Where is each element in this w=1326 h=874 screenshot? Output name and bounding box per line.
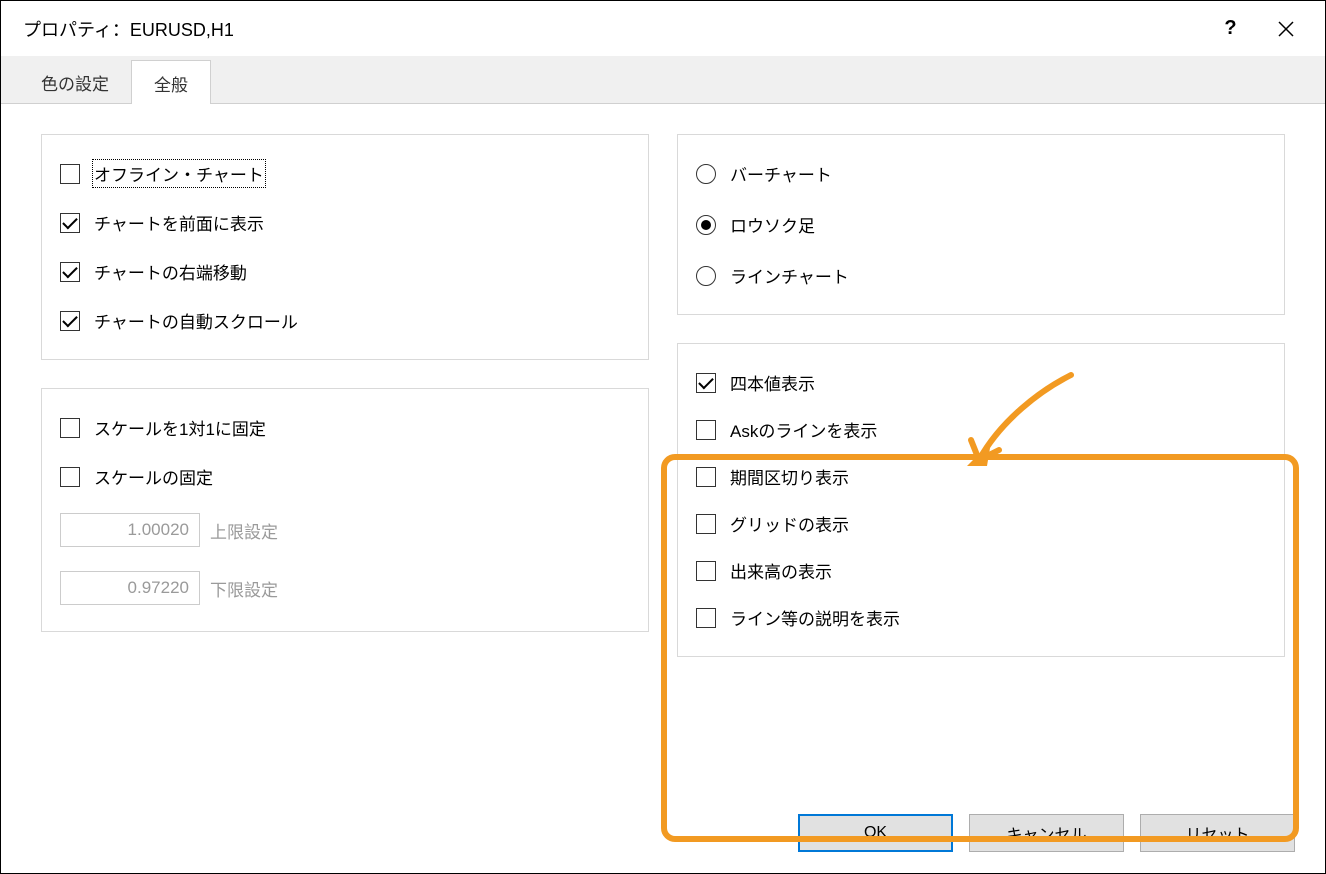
checkbox-icon bbox=[60, 311, 80, 331]
scale-max-row: 1.00020 上限設定 bbox=[60, 513, 632, 547]
checkbox-icon bbox=[60, 418, 80, 438]
properties-dialog: プロパティ：EURUSD,H1 ? 色の設定 全般 オフライン・チャート bbox=[0, 0, 1326, 874]
option-label: チャートを前面に表示 bbox=[94, 210, 264, 235]
group-scale: スケールを1対1に固定 スケールの固定 1.00020 上限設定 0.97220… bbox=[41, 388, 649, 632]
option-chart-autoscroll[interactable]: チャートの自動スクロール bbox=[60, 308, 632, 333]
option-show-object-descriptions[interactable]: ライン等の説明を表示 bbox=[696, 605, 1268, 630]
checkbox-icon bbox=[696, 373, 716, 393]
option-label: ロウソク足 bbox=[730, 212, 815, 237]
radio-line-chart[interactable]: ラインチャート bbox=[696, 263, 1268, 288]
option-scale-1to1[interactable]: スケールを1対1に固定 bbox=[60, 415, 632, 440]
option-show-period-separators[interactable]: 期間区切り表示 bbox=[696, 464, 1268, 489]
reset-button[interactable]: リセット bbox=[1140, 814, 1295, 852]
radio-icon bbox=[696, 164, 716, 184]
option-label: 期間区切り表示 bbox=[730, 464, 849, 489]
group-chart-behavior: オフライン・チャート チャートを前面に表示 チャートの右端移動 チャートの自動ス… bbox=[41, 134, 649, 360]
cancel-button[interactable]: キャンセル bbox=[969, 814, 1124, 852]
option-chart-on-foreground[interactable]: チャートを前面に表示 bbox=[60, 210, 632, 235]
option-chart-shift[interactable]: チャートの右端移動 bbox=[60, 259, 632, 284]
help-icon: ? bbox=[1224, 17, 1236, 40]
tab-general[interactable]: 全般 bbox=[131, 60, 211, 104]
checkbox-icon bbox=[60, 467, 80, 487]
group-show-options: 四本値表示 Askのラインを表示 期間区切り表示 グリッドの表示 出来高の表示 bbox=[677, 343, 1285, 657]
option-label: チャートの自動スクロール bbox=[94, 308, 298, 333]
option-show-ask-line[interactable]: Askのラインを表示 bbox=[696, 417, 1268, 442]
tab-color-settings[interactable]: 色の設定 bbox=[19, 60, 131, 103]
option-offline-chart[interactable]: オフライン・チャート bbox=[60, 161, 632, 186]
titlebar: プロパティ：EURUSD,H1 ? bbox=[1, 1, 1325, 56]
ok-button[interactable]: OK bbox=[798, 814, 953, 852]
option-show-grid[interactable]: グリッドの表示 bbox=[696, 511, 1268, 536]
option-label: Askのラインを表示 bbox=[730, 417, 877, 442]
dialog-footer: OK キャンセル リセット bbox=[1, 803, 1325, 873]
scale-min-label: 下限設定 bbox=[210, 576, 278, 601]
group-chart-type: バーチャート ロウソク足 ラインチャート bbox=[677, 134, 1285, 315]
option-label: オフライン・チャート bbox=[94, 161, 264, 186]
checkbox-icon bbox=[696, 514, 716, 534]
checkbox-icon bbox=[696, 420, 716, 440]
checkbox-icon bbox=[696, 608, 716, 628]
option-scale-fix[interactable]: スケールの固定 bbox=[60, 464, 632, 489]
radio-icon bbox=[696, 266, 716, 286]
tabstrip: 色の設定 全般 bbox=[1, 56, 1325, 104]
option-label: バーチャート bbox=[730, 161, 832, 186]
option-label: スケールを1対1に固定 bbox=[94, 415, 266, 440]
scale-min-row: 0.97220 下限設定 bbox=[60, 571, 632, 605]
checkbox-icon bbox=[60, 262, 80, 282]
checkbox-icon bbox=[696, 467, 716, 487]
right-column: バーチャート ロウソク足 ラインチャート 四本値表示 As bbox=[677, 134, 1285, 783]
option-label: スケールの固定 bbox=[94, 464, 213, 489]
radio-candlesticks[interactable]: ロウソク足 bbox=[696, 212, 1268, 237]
option-label: グリッドの表示 bbox=[730, 511, 849, 536]
scale-max-input[interactable]: 1.00020 bbox=[60, 513, 200, 547]
tab-content-general: オフライン・チャート チャートを前面に表示 チャートの右端移動 チャートの自動ス… bbox=[1, 104, 1325, 803]
checkbox-icon bbox=[696, 561, 716, 581]
radio-bar-chart[interactable]: バーチャート bbox=[696, 161, 1268, 186]
checkbox-icon bbox=[60, 164, 80, 184]
option-label: 四本値表示 bbox=[730, 370, 815, 395]
close-icon bbox=[1277, 20, 1295, 38]
scale-min-input[interactable]: 0.97220 bbox=[60, 571, 200, 605]
option-label: ライン等の説明を表示 bbox=[730, 605, 900, 630]
help-button[interactable]: ? bbox=[1203, 1, 1258, 56]
radio-icon bbox=[696, 215, 716, 235]
dialog-title: プロパティ：EURUSD,H1 bbox=[23, 16, 1203, 42]
option-show-ohlc[interactable]: 四本値表示 bbox=[696, 370, 1268, 395]
left-column: オフライン・チャート チャートを前面に表示 チャートの右端移動 チャートの自動ス… bbox=[41, 134, 649, 783]
option-label: ラインチャート bbox=[730, 263, 849, 288]
checkbox-icon bbox=[60, 213, 80, 233]
option-show-volumes[interactable]: 出来高の表示 bbox=[696, 558, 1268, 583]
scale-max-label: 上限設定 bbox=[210, 518, 278, 543]
close-button[interactable] bbox=[1258, 1, 1313, 56]
option-label: 出来高の表示 bbox=[730, 558, 832, 583]
option-label: チャートの右端移動 bbox=[94, 259, 247, 284]
